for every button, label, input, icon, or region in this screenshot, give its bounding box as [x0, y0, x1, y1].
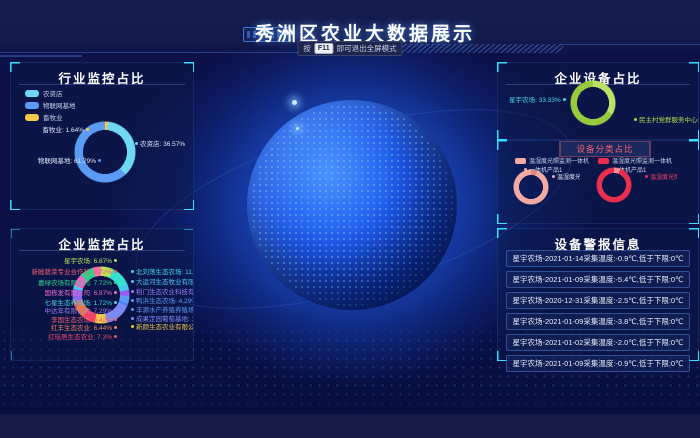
fullscreen-hint: 按 F11 即可退出全屏模式	[297, 41, 402, 56]
slice-label-text: 嘉绿农场有限公司: 7.72%	[38, 280, 112, 287]
slice-dot	[131, 325, 134, 328]
slice-label-text: 温湿度光照监测一体机	[557, 175, 580, 181]
chart-label: 民主村党群服务中心:	[632, 114, 699, 124]
legend-swatch	[25, 102, 39, 109]
enterprise-slice-label: 大运河生态牧业有限责任公	[129, 276, 194, 286]
slice-label-text: 大运河生态牧业有限责任公	[136, 279, 194, 286]
alarm-row: 星宇农场-2021-01-09采集温度:-0.9℃,低于下限:0℃	[506, 355, 690, 372]
slice-dot	[114, 309, 117, 312]
alarm-row: 星宇农场-2021-01-09采集温度:-3.8℃,低于下限:0℃	[506, 313, 690, 330]
slice-label-text: 物联网基地: 61.79%	[38, 158, 96, 165]
slice-label-text: 北刘荡生态农场: 11.56%	[136, 269, 194, 276]
slice-label-text: 农资店: 36.57%	[140, 141, 185, 148]
legend-swatch	[25, 90, 39, 97]
equipment-donut-chart[interactable]	[570, 80, 616, 126]
chart-label: 温湿度光照监测一体机	[643, 172, 677, 181]
slice-dot	[552, 175, 555, 178]
slice-dot	[114, 270, 117, 273]
classification-donut-left[interactable]	[513, 169, 549, 205]
section-title: 设备分类占比	[559, 141, 651, 157]
slice-label-text: 国栋发有限公司: 6.87%	[44, 290, 112, 297]
f11-key: F11	[314, 43, 334, 54]
slice-dot	[131, 270, 134, 273]
legend-item[interactable]: 物联网基地	[25, 100, 76, 110]
enterprise-slice-label: 嘉绿农场有限公司: 7.72%	[38, 277, 119, 287]
slice-label-text: 星宇农场: 33.33%	[509, 97, 561, 104]
legend-swatch[interactable]	[515, 158, 526, 164]
slice-dot	[135, 142, 138, 145]
slice-dot	[114, 335, 117, 338]
chart-label: 星宇农场: 33.33%	[509, 94, 568, 104]
chart-label: 温湿度光照监测一体机	[550, 172, 580, 181]
panel-equipment-ratio: 企业设备占比 星宇农场: 33.33% 民主村党群服务中心:	[497, 62, 699, 140]
alarm-row: 星宇农场-2021-01-02采集温度:-2.0℃,低于下限:0℃	[506, 334, 690, 351]
slice-label-text: 星宇农场: 6.87%	[64, 258, 112, 265]
slice-dot	[114, 259, 117, 262]
glow-dot	[292, 100, 297, 105]
slice-label-text: 畜牧业: 1.64%	[42, 127, 84, 134]
legend-label: 温湿度光照监测一体机	[612, 156, 672, 165]
glow-dot	[296, 127, 299, 130]
enterprise-slice-label: 新颜生态农业有限公司: 6.87%	[129, 321, 194, 331]
chart-label: 农资店: 36.57%	[133, 138, 185, 148]
slice-dot	[131, 308, 134, 311]
alarm-row: 星宇农场-2020-12-31采集温度:-2.5℃,低于下限:0℃	[506, 292, 690, 309]
chart-label: 物联网基地: 61.79%	[38, 155, 103, 165]
slice-dot	[131, 280, 134, 283]
legend-item[interactable]: 农资店	[25, 88, 63, 98]
legend-label: 温湿度光照监测一体机	[529, 156, 589, 165]
alarm-row: 星宇农场-2021-01-09采集温度:-5.4℃,低于下限:0℃	[506, 271, 690, 288]
slice-dot	[114, 281, 117, 284]
legend-label: 农资店	[43, 88, 63, 98]
header: 秀洲区农业大数据展示 按 F11 即可退出全屏模式	[0, 0, 700, 55]
panel-industry-ratio: 行业监控占比 农资店 物联网基地 畜牧业 畜牧业: 1.64% 农资店: 36.…	[10, 62, 194, 210]
slice-label-text: 新塍蔬菜专业合作社: 4.72%	[31, 269, 112, 276]
enterprise-slice-label: 星宇农场: 6.87%	[64, 255, 119, 265]
slice-dot	[114, 326, 117, 329]
dashboard: 秀洲区农业大数据展示 按 F11 即可退出全屏模式 行业监控占比 农资店 物联网…	[0, 0, 700, 438]
footer-band	[0, 414, 700, 438]
legend-label: 物联网基地	[43, 100, 76, 110]
globe	[247, 100, 457, 310]
slice-dot	[131, 290, 134, 293]
slice-label-text: 民主村党群服务中心:	[639, 117, 699, 124]
panel-device-alarms: 设备警报信息 星宇农场-2021-01-14采集温度:-0.9℃,低于下限:0℃…	[497, 228, 699, 361]
slice-dot	[114, 291, 117, 294]
hint-suffix: 即可退出全屏模式	[337, 43, 397, 54]
slice-dot	[645, 175, 648, 178]
divider	[19, 84, 185, 85]
slice-label-text: 红瑶居生态农业: 7.3%	[48, 334, 112, 341]
enterprise-slice-label: 新塍蔬菜专业合作社: 4.72%	[31, 266, 119, 276]
enterprise-slice-label: 北刘荡生态农场: 11.56%	[129, 266, 194, 276]
panel-enterprise-ratio: 企业监控占比 星宇农场: 6.87%新塍蔬菜专业合作社: 4.72%嘉绿农场有限…	[10, 228, 194, 361]
slice-dot	[131, 299, 134, 302]
slice-dot	[86, 128, 89, 131]
legend-swatch[interactable]	[598, 158, 609, 164]
globe-dot-map	[251, 104, 453, 306]
classification-donut-right[interactable]	[596, 167, 632, 203]
header-bar-left	[0, 55, 82, 57]
slice-dot	[114, 301, 117, 304]
legend-item[interactable]: 畜牧业	[25, 112, 63, 122]
panel-device-classification: 设备分类占比 温湿度光照监测一体机 一体机产品1 温湿度光照监测一体机 温湿度光…	[497, 140, 699, 224]
slice-dot	[634, 118, 637, 121]
slice-dot	[98, 159, 101, 162]
alarm-row: 星宇农场-2021-01-14采集温度:-0.9℃,低于下限:0℃	[506, 250, 690, 267]
hint-prefix: 按	[303, 43, 311, 54]
enterprise-slice-label: 国栋发有限公司: 6.87%	[44, 287, 119, 297]
chart-label: 畜牧业: 1.64%	[42, 124, 91, 134]
slice-dot	[563, 98, 566, 101]
enterprise-slice-label: 红瑶居生态农业: 7.3%	[48, 331, 119, 341]
legend-swatch	[25, 114, 39, 121]
slice-dot	[131, 317, 134, 320]
slice-label-text: 温湿度光照监测一体机	[650, 175, 677, 181]
slice-dot	[114, 318, 117, 321]
legend-label: 畜牧业	[43, 112, 63, 122]
divider	[19, 250, 185, 251]
alarm-list: 星宇农场-2021-01-14采集温度:-0.9℃,低于下限:0℃ 星宇农场-20…	[506, 250, 690, 372]
header-line-left	[0, 52, 338, 53]
slice-label-text: 新颜生态农业有限公司: 6.87%	[136, 324, 194, 331]
